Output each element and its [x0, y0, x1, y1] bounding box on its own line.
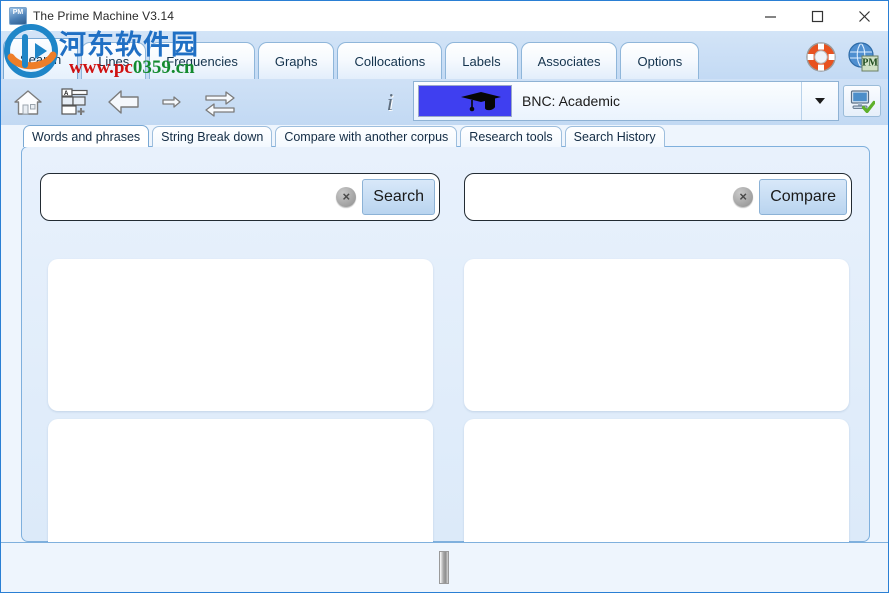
home-icon[interactable] — [9, 83, 47, 121]
subtab-research-tools[interactable]: Research tools — [460, 126, 562, 147]
tab-graphs[interactable]: Graphs — [257, 42, 335, 79]
subtab-words-and-phrases[interactable]: Words and phrases — [23, 125, 150, 147]
tab-label: Graphs — [274, 53, 318, 69]
forward-arrow-icon[interactable] — [153, 83, 191, 121]
tab-strip-icons: PM — [804, 40, 880, 74]
chevron-down-icon[interactable] — [801, 82, 838, 120]
search-bar: × Search — [40, 173, 440, 221]
tab-label: Search — [20, 51, 62, 67]
tab-associates[interactable]: Associates — [520, 42, 618, 79]
compare-bar: × Compare — [464, 173, 852, 221]
compare-button-label: Compare — [770, 188, 836, 205]
compare-results-top-panel[interactable] — [464, 259, 849, 411]
info-icon[interactable]: i — [379, 89, 401, 117]
subtab-label: Search History — [573, 130, 656, 144]
maximize-button[interactable] — [794, 1, 841, 31]
tab-label: Associates — [537, 53, 601, 69]
back-arrow-icon[interactable] — [105, 83, 143, 121]
search-button-label: Search — [373, 188, 424, 205]
subtab-string-break-down[interactable]: String Break down — [152, 126, 273, 147]
vertical-splitter-grip[interactable] — [439, 551, 449, 584]
svg-text:PM: PM — [862, 58, 878, 69]
tab-options[interactable]: Options — [620, 42, 700, 79]
subtab-label: Compare with another corpus — [284, 130, 449, 144]
tab-label: Collocations — [354, 53, 426, 69]
main-tab-strip: Search Lines Frequencies Graphs Collocat… — [1, 31, 888, 79]
subtab-search-history[interactable]: Search History — [564, 126, 665, 147]
corpus-color-swatch — [418, 85, 512, 117]
subtab-label: Words and phrases — [32, 129, 141, 144]
subtab-label: String Break down — [161, 130, 264, 144]
subtab-label: Research tools — [469, 130, 553, 144]
subtab-compare-with-another-corpus[interactable]: Compare with another corpus — [275, 126, 458, 147]
swap-arrows-icon[interactable] — [201, 83, 239, 121]
server-connected-icon[interactable] — [843, 85, 881, 117]
tab-label: Frequencies — [166, 53, 238, 69]
tab-label: Lines — [98, 53, 130, 69]
tab-search[interactable]: Search — [3, 38, 79, 79]
application-window: The Prime Machine V3.14 Search Lines Fre… — [0, 0, 889, 593]
tab-frequencies[interactable]: Frequencies — [149, 42, 255, 79]
title-bar: The Prime Machine V3.14 — [1, 1, 888, 31]
clear-glyph: × — [342, 188, 351, 204]
search-results-top-panel[interactable] — [48, 259, 433, 411]
tab-collocations[interactable]: Collocations — [337, 42, 443, 79]
clear-compare-icon[interactable]: × — [733, 187, 754, 207]
clear-search-icon[interactable]: × — [336, 187, 357, 207]
sub-tab-strip: Words and phrases String Break down Comp… — [23, 125, 665, 147]
tab-label: Options — [637, 53, 683, 69]
help-lifebuoy-icon[interactable] — [804, 40, 838, 74]
close-button[interactable] — [841, 1, 888, 31]
svg-text:A: A — [64, 91, 69, 97]
corpus-name: BNC: Academic — [522, 93, 621, 109]
tab-lines[interactable]: Lines — [81, 42, 147, 79]
tab-labels[interactable]: Labels — [445, 42, 518, 79]
pm-app-icon — [9, 7, 27, 25]
tab-label: Labels — [462, 53, 501, 69]
clear-glyph: × — [739, 188, 747, 204]
minimize-button[interactable] — [747, 1, 794, 31]
window-controls — [747, 1, 888, 31]
search-content-panel: × Search × Compare — [21, 146, 870, 565]
search-input[interactable] — [51, 180, 319, 214]
corpus-selector[interactable]: BNC: Academic — [413, 81, 839, 121]
window-title: The Prime Machine V3.14 — [33, 9, 175, 23]
compare-button[interactable]: Compare — [759, 179, 847, 215]
new-tab-icon[interactable]: A — [57, 83, 95, 121]
compare-input[interactable] — [475, 180, 731, 214]
globe-pm-icon[interactable]: PM — [846, 40, 880, 74]
search-button[interactable]: Search — [362, 179, 435, 215]
